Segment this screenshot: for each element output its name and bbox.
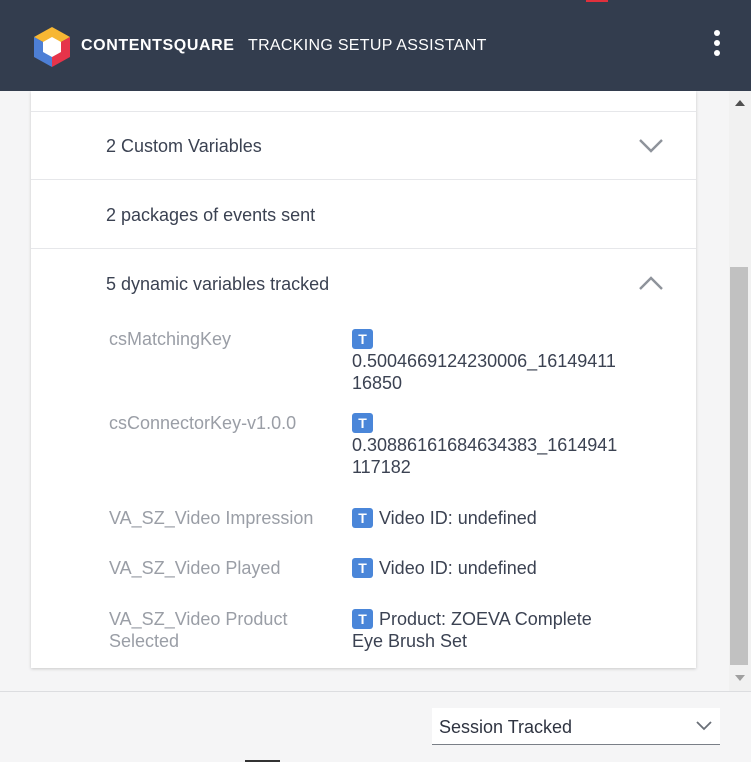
variable-key: VA_SZ_Video Product Selected <box>109 609 288 651</box>
chevron-down-icon[interactable] <box>638 138 664 154</box>
content-scroll-area[interactable]: 2 Custom Variables 2 packages of events … <box>0 91 729 691</box>
variable-key: csMatchingKey <box>109 329 232 349</box>
header-accent <box>586 0 608 2</box>
variable-value: T Video ID: undefined <box>352 507 622 529</box>
kebab-menu-icon[interactable] <box>710 30 724 62</box>
variable-key: csConnectorKey-v1.0.0 <box>109 413 297 433</box>
variable-value: T 0.5004669124230006_1614941116850 <box>352 328 622 394</box>
app-header: CONTENTSQUARE TRACKING SETUP ASSISTANT <box>0 0 751 91</box>
type-badge: T <box>352 329 373 349</box>
tracking-card: 2 Custom Variables 2 packages of events … <box>31 91 696 668</box>
contentsquare-logo <box>34 27 70 67</box>
custom-variables-label: 2 Custom Variables <box>106 136 262 156</box>
variable-key: VA_SZ_Video Impression <box>109 508 314 528</box>
chevron-up-icon[interactable] <box>638 275 664 291</box>
custom-variables-row[interactable]: 2 Custom Variables <box>31 111 696 180</box>
type-badge: T <box>352 609 373 629</box>
type-badge: T <box>352 558 373 578</box>
packages-label: 2 packages of events sent <box>106 205 316 225</box>
packages-row: 2 packages of events sent <box>31 179 696 249</box>
type-badge: T <box>352 508 373 528</box>
variable-value: T Video ID: undefined <box>352 557 622 579</box>
variable-value: T Product: ZOEVA Complete Eye Brush Set <box>352 608 622 652</box>
select-value: Session Tracked <box>439 717 573 737</box>
variable-value-text: Video ID: undefined <box>379 508 537 528</box>
variable-value-text: Product: ZOEVA Complete Eye Brush Set <box>352 609 592 651</box>
scroll-up-arrow-icon[interactable] <box>735 100 745 106</box>
scroll-down-arrow-icon[interactable] <box>735 675 745 681</box>
dynamic-variables-label[interactable]: 5 dynamic variables tracked <box>106 274 329 295</box>
variable-value-text: Video ID: undefined <box>379 558 537 578</box>
dynamic-variables-section: 5 dynamic variables tracked csMatchingKe… <box>31 248 696 669</box>
vertical-scrollbar[interactable] <box>729 91 751 691</box>
app-subtitle: TRACKING SETUP ASSISTANT <box>248 37 487 54</box>
tracking-status-select[interactable]: Session Tracked <box>432 708 720 745</box>
variable-key: VA_SZ_Video Played <box>109 558 281 578</box>
variable-value: T 0.30886161684634383_1614941117182 <box>352 412 622 478</box>
type-badge: T <box>352 413 373 433</box>
scrollbar-thumb[interactable] <box>730 267 748 665</box>
brand-name: CONTENTSQUARE <box>81 37 235 54</box>
variable-value-text: 0.30886161684634383_1614941117182 <box>352 435 618 477</box>
variable-value-text: 0.5004669124230006_1614941116850 <box>352 351 616 393</box>
footer-bar: Session Tracked <box>0 691 751 762</box>
chevron-down-icon <box>696 721 712 731</box>
